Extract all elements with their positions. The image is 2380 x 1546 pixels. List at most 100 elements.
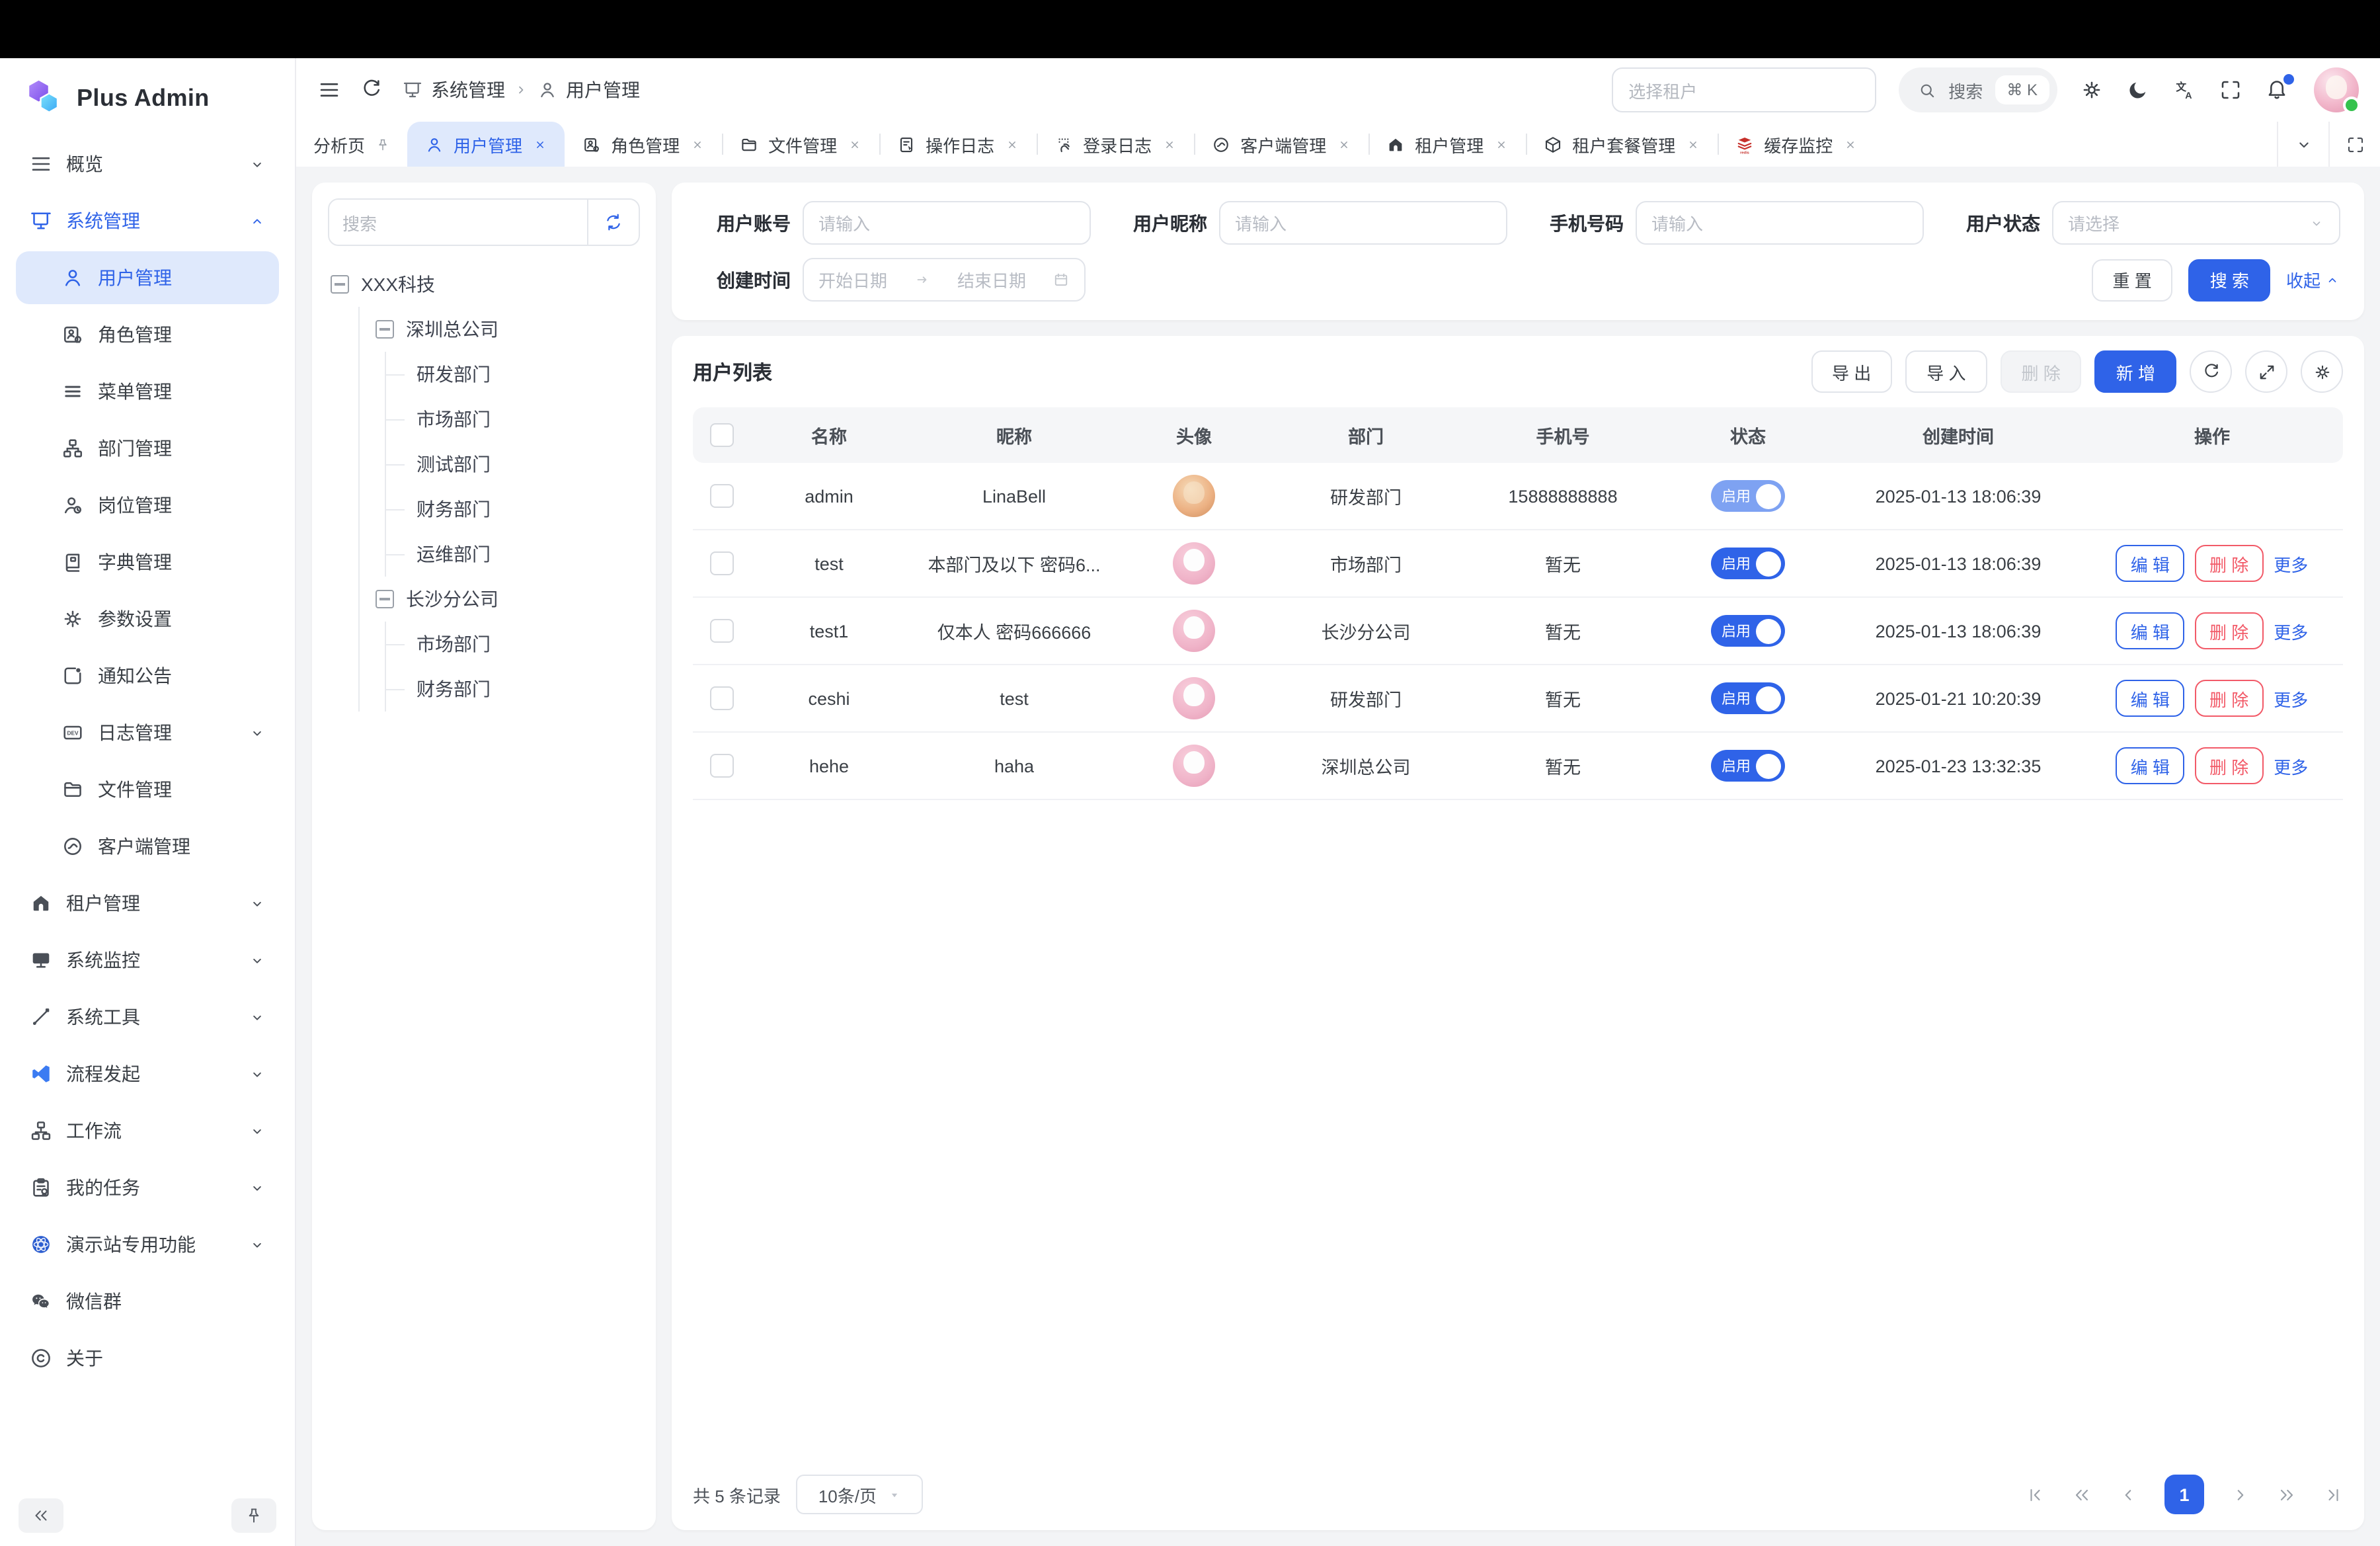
last-page-icon[interactable] (2323, 1485, 2343, 1504)
jump-forward-icon[interactable] (2277, 1485, 2297, 1504)
status-toggle[interactable]: 启用 (1711, 682, 1785, 714)
sidebar-item-parameters[interactable]: 参数设置 (16, 592, 279, 645)
sidebar-item-tools[interactable]: 系统工具 (16, 991, 279, 1043)
user-avatar[interactable] (2314, 67, 2359, 112)
settings-gear-icon[interactable] (2080, 78, 2104, 102)
table-settings-button[interactable] (2301, 350, 2343, 393)
tenant-select-input[interactable]: 选择租户 (1611, 67, 1876, 112)
sidebar-item-system[interactable]: 系统管理 (16, 194, 279, 247)
status-toggle[interactable]: 启用 (1711, 548, 1785, 579)
close-icon[interactable] (533, 137, 547, 151)
language-translate-icon[interactable] (2172, 78, 2196, 102)
sidebar-item-wechat-group[interactable]: 微信群 (16, 1275, 279, 1328)
more-button[interactable]: 更多 (2274, 551, 2308, 576)
sidebar-item-monitoring[interactable]: 系统监控 (16, 934, 279, 987)
tree-node-root[interactable]: XXX科技 (331, 262, 637, 307)
edit-button[interactable]: 编 辑 (2116, 747, 2184, 784)
tab-client-management[interactable]: 客户端管理 (1194, 122, 1368, 167)
status-select[interactable]: 请选择 (2052, 201, 2340, 245)
sidebar-item-clients[interactable]: 客户端管理 (16, 820, 279, 873)
tree-collapse-box[interactable] (331, 275, 349, 294)
tab-cache-monitor[interactable]: 缓存监控 (1718, 122, 1875, 167)
row-checkbox[interactable] (710, 686, 734, 710)
tree-collapse-box[interactable] (376, 590, 394, 608)
pin-sidebar-button[interactable] (231, 1498, 276, 1533)
tab-analysis[interactable]: 分析页 (296, 122, 407, 167)
tabs-dropdown-button[interactable] (2277, 122, 2328, 167)
tree-node-dept[interactable]: 运维部门 (386, 532, 637, 577)
tree-search-input[interactable]: 搜索 (329, 200, 587, 245)
sidebar-item-process-start[interactable]: 流程发起 (16, 1047, 279, 1100)
edit-button[interactable]: 编 辑 (2116, 680, 2184, 717)
tab-tenant-management[interactable]: 租户管理 (1368, 122, 1526, 167)
content-fullscreen-button[interactable] (2328, 122, 2380, 167)
close-icon[interactable] (1337, 137, 1351, 151)
row-checkbox[interactable] (710, 484, 734, 508)
sidebar-item-demo-features[interactable]: 演示站专用功能 (16, 1218, 279, 1271)
prev-page-icon[interactable] (2118, 1485, 2138, 1504)
delete-button[interactable]: 删 除 (2001, 350, 2082, 393)
current-page-button[interactable]: 1 (2164, 1475, 2204, 1514)
tab-role-management[interactable]: 角色管理 (565, 122, 722, 167)
date-range-input[interactable]: 开始日期 结束日期 (803, 258, 1086, 302)
tree-collapse-box[interactable] (376, 320, 394, 339)
sidebar-item-users[interactable]: 用户管理 (16, 251, 279, 304)
breadcrumb-level1[interactable]: 系统管理 (431, 77, 505, 103)
tab-tenant-package[interactable]: 租户套餐管理 (1526, 122, 1718, 167)
close-icon[interactable] (690, 137, 705, 151)
fullscreen-icon[interactable] (2219, 78, 2242, 102)
delete-row-button[interactable]: 删 除 (2195, 680, 2263, 717)
edit-button[interactable]: 编 辑 (2116, 612, 2184, 649)
hamburger-menu-icon[interactable] (317, 78, 341, 102)
sidebar-item-my-tasks[interactable]: 我的任务 (16, 1161, 279, 1214)
collapse-sidebar-button[interactable] (19, 1498, 63, 1533)
status-toggle[interactable]: 启用 (1711, 615, 1785, 647)
sidebar-item-notices[interactable]: 通知公告 (16, 649, 279, 702)
close-icon[interactable] (1494, 137, 1509, 151)
sidebar-item-menus[interactable]: 菜单管理 (16, 365, 279, 418)
sidebar-item-logs[interactable]: 日志管理 (16, 706, 279, 759)
export-button[interactable]: 导 出 (1811, 350, 1892, 393)
row-checkbox[interactable] (710, 619, 734, 643)
sidebar-item-tenants[interactable]: 租户管理 (16, 877, 279, 930)
jump-back-icon[interactable] (2072, 1485, 2092, 1504)
collapse-filters-link[interactable]: 收起 (2286, 267, 2340, 292)
status-toggle[interactable]: 启用 (1711, 480, 1785, 512)
delete-row-button[interactable]: 删 除 (2195, 747, 2263, 784)
row-checkbox[interactable] (710, 551, 734, 575)
phone-input[interactable]: 请输入 (1636, 201, 1924, 245)
page-size-select[interactable]: 10条/页 (797, 1475, 924, 1514)
reset-button[interactable]: 重 置 (2091, 259, 2172, 301)
table-fullscreen-button[interactable] (2245, 350, 2287, 393)
status-toggle[interactable]: 启用 (1711, 750, 1785, 782)
sidebar-item-about[interactable]: 关于 (16, 1332, 279, 1385)
sidebar-item-files[interactable]: 文件管理 (16, 763, 279, 816)
tab-file-management[interactable]: 文件管理 (722, 122, 879, 167)
close-icon[interactable] (1005, 137, 1019, 151)
tree-node-dept[interactable]: 测试部门 (386, 442, 637, 487)
account-input[interactable]: 请输入 (803, 201, 1091, 245)
close-icon[interactable] (1843, 137, 1858, 151)
sidebar-item-posts[interactable]: 岗位管理 (16, 479, 279, 532)
tree-refresh-button[interactable] (587, 200, 639, 245)
sidebar-item-dictionary[interactable]: 字典管理 (16, 536, 279, 589)
pin-icon[interactable] (376, 137, 390, 151)
sidebar-item-workflow[interactable]: 工作流 (16, 1104, 279, 1157)
next-page-icon[interactable] (2231, 1485, 2250, 1504)
tree-node-dept[interactable]: 市场部门 (386, 397, 637, 442)
close-icon[interactable] (1162, 137, 1177, 151)
edit-button[interactable]: 编 辑 (2116, 545, 2184, 582)
tree-node-dept[interactable]: 市场部门 (386, 622, 637, 667)
delete-row-button[interactable]: 删 除 (2195, 612, 2263, 649)
search-button[interactable]: 搜 索 (2189, 259, 2270, 301)
sidebar-item-overview[interactable]: 概览 (16, 138, 279, 190)
global-search-button[interactable]: 搜索 ⌘ K (1898, 67, 2057, 112)
tree-node-dept[interactable]: 研发部门 (386, 352, 637, 397)
select-all-checkbox[interactable] (710, 423, 734, 447)
tree-node-dept[interactable]: 财务部门 (386, 487, 637, 532)
tree-node-dept[interactable]: 财务部门 (386, 667, 637, 712)
notifications-bell-icon[interactable] (2265, 77, 2291, 103)
row-checkbox[interactable] (710, 754, 734, 778)
dark-mode-moon-icon[interactable] (2126, 78, 2150, 102)
nickname-input[interactable]: 请输入 (1219, 201, 1507, 245)
